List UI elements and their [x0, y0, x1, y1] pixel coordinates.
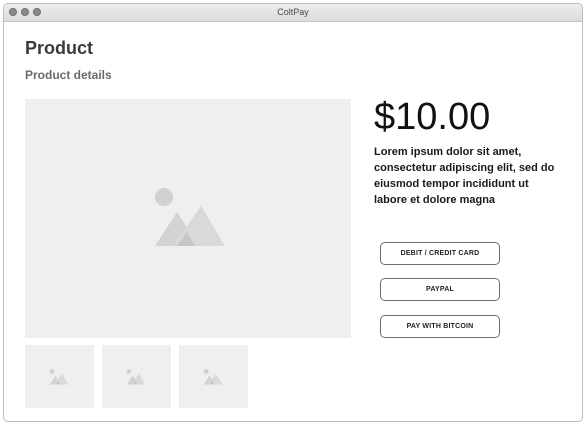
- product-thumbnail[interactable]: [25, 345, 94, 408]
- window-title: ColtPay: [277, 7, 309, 17]
- title-bar: ColtPay: [4, 4, 582, 22]
- paypal-button[interactable]: PAYPAL: [380, 278, 500, 301]
- image-placeholder-icon: [126, 369, 146, 385]
- main-product-image: [25, 99, 351, 338]
- product-thumbnail[interactable]: [102, 345, 171, 408]
- pay-with-bitcoin-button[interactable]: PAY WITH BITCOIN: [380, 315, 500, 338]
- image-placeholder-icon: [49, 369, 69, 385]
- page-subtitle: Product details: [25, 68, 112, 82]
- product-description: Lorem ipsum dolor sit amet, consectetur …: [374, 146, 555, 206]
- image-placeholder-icon: [155, 188, 225, 246]
- page-title: Product: [25, 38, 94, 58]
- product-price: $10.00: [374, 96, 491, 138]
- debit-credit-card-button[interactable]: DEBIT / CREDIT CARD: [380, 242, 500, 265]
- product-thumbnail[interactable]: [179, 345, 248, 408]
- app-window: ColtPay Product Product details $10.00 L…: [3, 3, 583, 422]
- image-placeholder-icon: [203, 369, 223, 385]
